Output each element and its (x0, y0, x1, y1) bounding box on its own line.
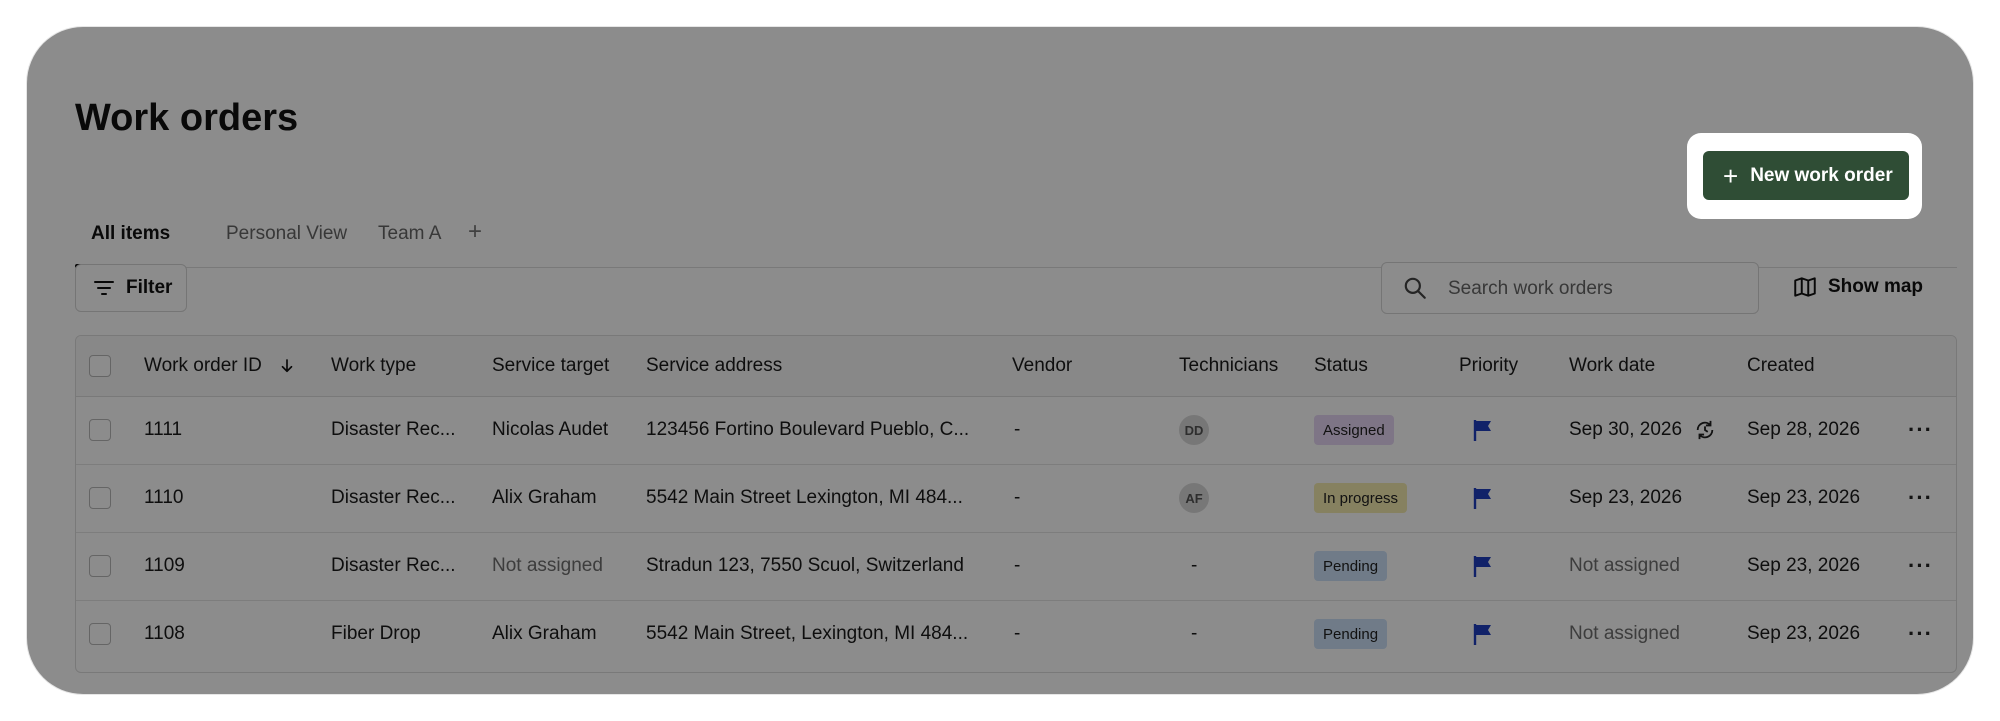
search-icon (1404, 277, 1426, 299)
work-type: Disaster Rec... (331, 419, 456, 440)
service-address: Stradun 123, 7550 Scuol, Switzerland (646, 555, 964, 576)
arrow-down-icon (281, 359, 293, 373)
page-title: Work orders (75, 97, 299, 139)
new-work-order-button[interactable]: + New work order (1703, 151, 1909, 200)
select-all-cell (89, 336, 111, 396)
work-type: Disaster Rec... (331, 487, 456, 508)
work-order-id: 1109 (144, 555, 185, 576)
more-icon[interactable]: ··· (1908, 600, 1933, 668)
plus-icon: + (1723, 160, 1739, 191)
row-checkbox[interactable] (89, 555, 111, 577)
column-priority[interactable]: Priority (1459, 336, 1518, 396)
column-technicians[interactable]: Technicians (1179, 336, 1278, 396)
table-header: Work order ID Work type Service target S… (76, 336, 1956, 397)
status-badge: In progress (1314, 483, 1408, 513)
column-service-address[interactable]: Service address (646, 336, 782, 396)
vendor: - (1014, 487, 1021, 508)
select-all-checkbox[interactable] (89, 355, 111, 377)
created-date: Sep 23, 2026 (1747, 623, 1861, 644)
row-checkbox[interactable] (89, 419, 111, 441)
recurring-icon (1696, 420, 1714, 440)
flag-icon (1473, 488, 1491, 509)
new-work-order-highlight: + New work order (1687, 133, 1922, 219)
column-status[interactable]: Status (1314, 336, 1368, 396)
work-order-id: 1108 (144, 623, 185, 644)
created-date: Sep 23, 2026 (1747, 555, 1861, 576)
column-label: Work order ID (144, 355, 262, 376)
column-work-type[interactable]: Work type (331, 336, 416, 396)
add-tab-button[interactable]: + (468, 218, 482, 246)
flag-icon (1473, 624, 1491, 645)
more-icon[interactable]: ··· (1908, 532, 1933, 600)
work-order-id: 1110 (144, 487, 184, 508)
work-date: Sep 30, 2026 (1569, 419, 1683, 440)
filter-icon (94, 281, 114, 295)
search-box (1381, 262, 1759, 315)
service-target: Nicolas Audet (492, 419, 609, 440)
technicians-empty: - (1191, 623, 1198, 644)
table-row[interactable]: 1111 Disaster Rec... Nicolas Audet 12345… (76, 396, 1956, 465)
map-icon (1794, 277, 1816, 297)
work-type: Fiber Drop (331, 623, 421, 644)
work-date: Sep 23, 2026 (1569, 487, 1683, 508)
tab-personal-view[interactable]: Personal View (226, 223, 347, 245)
service-target: Not assigned (492, 555, 603, 576)
show-map-button[interactable]: Show map (1792, 274, 1923, 300)
vendor: - (1014, 555, 1021, 576)
column-vendor[interactable]: Vendor (1012, 336, 1072, 396)
column-work-date[interactable]: Work date (1569, 336, 1655, 396)
technicians-empty: - (1191, 555, 1198, 576)
avatar: DD (1179, 415, 1209, 445)
tab-team-a[interactable]: Team A (378, 223, 441, 245)
service-target: Alix Graham (492, 487, 597, 508)
work-date: Not assigned (1569, 555, 1680, 576)
show-map-label: Show map (1828, 276, 1924, 297)
avatar: AF (1179, 483, 1209, 513)
work-date: Not assigned (1569, 623, 1680, 644)
row-checkbox[interactable] (89, 487, 111, 509)
more-icon[interactable]: ··· (1908, 396, 1933, 464)
status-badge: Pending (1314, 619, 1388, 649)
search-input[interactable] (1446, 263, 1750, 315)
work-orders-panel: Work orders All items Personal View Team… (27, 27, 1973, 694)
status-badge: Assigned (1314, 415, 1394, 445)
flag-icon (1473, 556, 1491, 577)
filter-label: Filter (126, 277, 173, 298)
work-orders-table: Work order ID Work type Service target S… (75, 335, 1957, 673)
table-row[interactable]: 1109 Disaster Rec... Not assigned Stradu… (76, 532, 1956, 601)
service-address: 123456 Fortino Boulevard Pueblo, C... (646, 419, 970, 440)
created-date: Sep 23, 2026 (1747, 487, 1861, 508)
table-row[interactable]: 1108 Fiber Drop Alix Graham 5542 Main St… (76, 600, 1956, 668)
column-service-target[interactable]: Service target (492, 336, 609, 396)
view-tabs: All items Personal View Team A + (75, 193, 1957, 268)
service-address: 5542 Main Street Lexington, MI 484... (646, 487, 963, 508)
service-address: 5542 Main Street, Lexington, MI 484... (646, 623, 969, 644)
vendor: - (1014, 623, 1021, 644)
table-row[interactable]: 1110 Disaster Rec... Alix Graham 5542 Ma… (76, 464, 1956, 533)
flag-icon (1473, 420, 1491, 441)
vendor: - (1014, 419, 1021, 440)
more-icon[interactable]: ··· (1908, 464, 1933, 532)
filter-button[interactable]: Filter (75, 264, 187, 312)
new-work-order-label: New work order (1750, 164, 1893, 186)
column-created[interactable]: Created (1747, 336, 1815, 396)
service-target: Alix Graham (492, 623, 597, 644)
column-work-order-id[interactable]: Work order ID (144, 336, 296, 396)
work-type: Disaster Rec... (331, 555, 456, 576)
work-order-id: 1111 (144, 419, 183, 440)
tab-all-items[interactable]: All items (91, 223, 170, 245)
created-date: Sep 28, 2026 (1747, 419, 1861, 440)
status-badge: Pending (1314, 551, 1388, 581)
row-checkbox[interactable] (89, 623, 111, 645)
